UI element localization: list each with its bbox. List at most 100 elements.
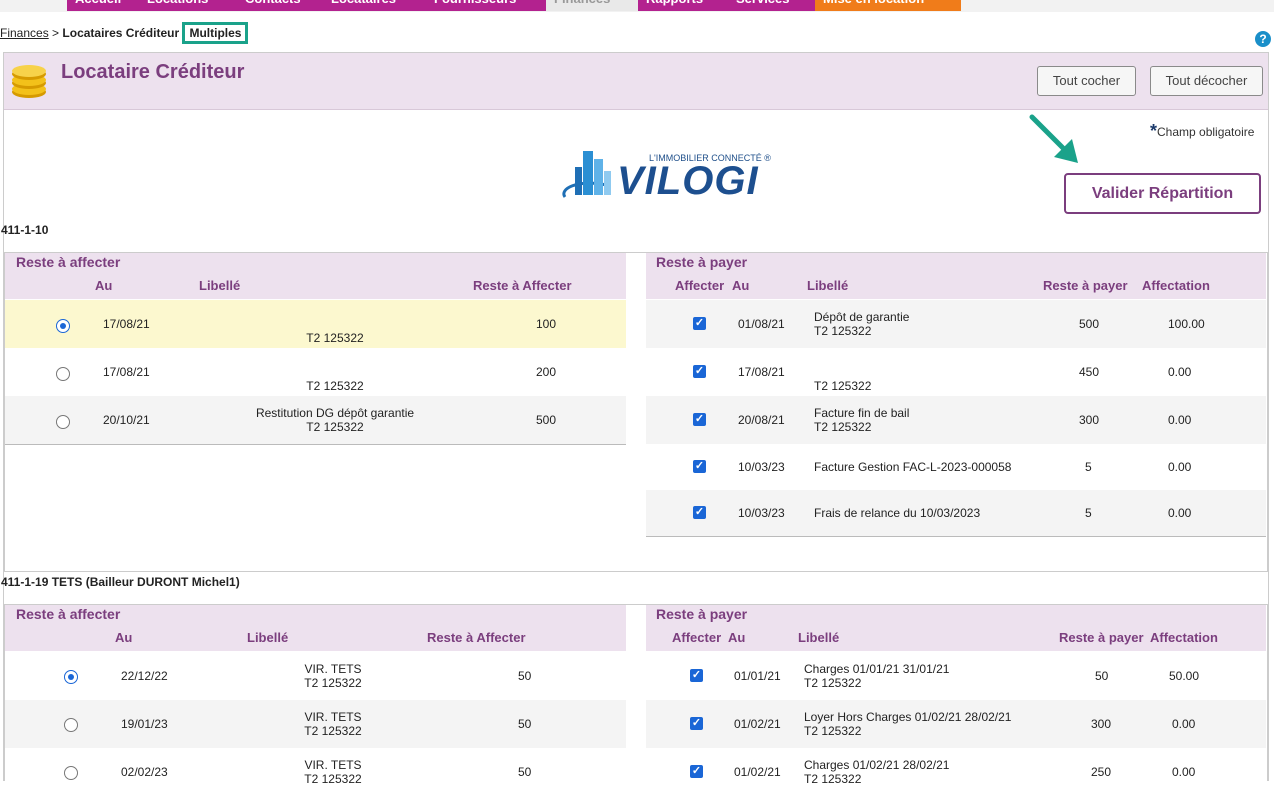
help-icon[interactable]: ?: [1255, 31, 1271, 47]
row-checkbox[interactable]: ✓: [693, 413, 706, 426]
row-amount: 450: [1079, 365, 1100, 379]
required-text: Champ obligatoire: [1157, 125, 1255, 139]
breadcrumb-separator: >: [52, 26, 60, 40]
row-allocation[interactable]: 0.00: [1168, 460, 1191, 474]
top-nav: Accueil Locations Contacts Locataires Fo…: [0, 0, 1274, 12]
row-date: 02/02/23: [121, 765, 168, 779]
table-row[interactable]: 20/10/21 Restitution DG dépôt garantie T2…: [5, 396, 626, 445]
row-label-line2: T2 125322: [306, 420, 364, 434]
row-date: 17/08/21: [103, 365, 150, 379]
nav-tab-mise-en-location[interactable]: Mise en location: [815, 0, 961, 11]
row-allocation[interactable]: 0.00: [1172, 765, 1195, 779]
row-radio[interactable]: [56, 319, 70, 333]
row-checkbox[interactable]: ✓: [693, 460, 706, 473]
column-header-label: Libellé: [807, 278, 849, 293]
row-allocation[interactable]: 0.00: [1168, 506, 1191, 520]
row-amount: 200: [536, 365, 557, 379]
nav-tab-rapports[interactable]: Rapports: [638, 0, 730, 11]
row-amount: 300: [1079, 413, 1100, 427]
table-row[interactable]: ✓ 01/02/21 Loyer Hors Charges 01/02/21 2…: [646, 700, 1266, 748]
breadcrumb: Finances > Locataires Créditeur Multiple…: [0, 22, 249, 44]
row-radio[interactable]: [64, 670, 78, 684]
row-allocation[interactable]: 0.00: [1168, 365, 1191, 379]
row-date: 01/02/21: [734, 765, 781, 779]
row-checkbox[interactable]: ✓: [690, 765, 703, 778]
row-checkbox[interactable]: ✓: [690, 717, 703, 730]
table-row[interactable]: ✓ 01/01/21 Charges 01/01/21 31/01/21 T2 1…: [646, 652, 1266, 700]
check-all-button[interactable]: Tout cocher: [1037, 66, 1136, 96]
row-label-line1: Restitution DG dépôt garantie: [255, 406, 415, 420]
nav-tab-accueil[interactable]: Accueil: [67, 0, 145, 11]
row-label: Facture Gestion FAC-L-2023-000058: [814, 460, 1012, 474]
nav-tab-locations[interactable]: Locations: [139, 0, 241, 11]
row-amount: 50: [1095, 669, 1109, 683]
row-label-line1: VIR. TETS: [304, 758, 362, 772]
remaining-to-assign-table: Reste à affecter Au Libellé Reste à Affe…: [5, 605, 626, 786]
row-label: Charges 01/01/21 31/01/21 T2 125322: [804, 662, 949, 690]
row-radio[interactable]: [64, 766, 78, 780]
column-header-date: Au: [115, 630, 133, 645]
row-allocation[interactable]: 0.00: [1168, 413, 1191, 427]
row-amount: 500: [536, 413, 557, 427]
row-label: T2 125322: [814, 365, 871, 393]
breadcrumb-finances-link[interactable]: Finances: [0, 26, 49, 40]
row-amount: 50: [518, 765, 532, 779]
row-label-line2: T2 125322: [306, 331, 364, 345]
table-row[interactable]: 02/02/23 VIR. TETS T2 125322 50: [5, 748, 626, 796]
nav-tab-finances[interactable]: Finances: [546, 0, 642, 11]
row-checkbox[interactable]: ✓: [693, 317, 706, 330]
validate-distribution-button[interactable]: Valider Répartition: [1064, 173, 1261, 214]
column-header-remaining: Reste à payer: [1059, 630, 1144, 645]
row-label: VIR. TETS T2 125322: [255, 662, 411, 690]
table-row[interactable]: ✓ 01/08/21 Dépôt de garantie T2 125322 50…: [646, 300, 1266, 348]
row-checkbox[interactable]: ✓: [690, 669, 703, 682]
row-label-line1: Dépôt de garantie: [814, 310, 910, 324]
table-row[interactable]: ✓ 10/03/23 Frais de relance du 10/03/202…: [646, 490, 1266, 537]
breadcrumb-creditors: Locataires Créditeur: [62, 26, 180, 40]
nav-tab-locataires[interactable]: Locataires: [323, 0, 429, 11]
table-row[interactable]: ✓ 01/02/21 Charges 01/02/21 28/02/21 T2 1…: [646, 748, 1266, 796]
row-label-line2: T2 125322: [804, 724, 862, 738]
row-radio[interactable]: [64, 718, 78, 732]
row-checkbox[interactable]: ✓: [693, 365, 706, 378]
row-label: Frais de relance du 10/03/2023: [814, 506, 981, 520]
table-row[interactable]: ✓ 17/08/21 T2 125322 450 0.00: [646, 348, 1266, 396]
row-label-line2: T2 125322: [804, 676, 862, 690]
nav-tab-contacts[interactable]: Contacts: [237, 0, 329, 11]
row-label-line1: VIR. TETS: [304, 710, 362, 724]
page-title: Locataire Créditeur: [61, 61, 245, 83]
row-amount: 5: [1085, 506, 1092, 520]
table-row[interactable]: 17/08/21 T2 125322 200: [5, 348, 626, 396]
row-date: 20/10/21: [103, 413, 150, 427]
row-allocation[interactable]: 50.00: [1169, 669, 1199, 683]
table-row[interactable]: 19/01/23 VIR. TETS T2 125322 50: [5, 700, 626, 748]
row-label: Facture fin de bail T2 125322: [814, 406, 909, 434]
row-label-line2: T2 125322: [304, 676, 362, 690]
row-allocation[interactable]: 100.00: [1168, 317, 1205, 331]
vilogi-logo: L'IMMOBILIER CONNECTÉ ® VILOGI: [557, 145, 779, 205]
table-caption: Reste à payer: [656, 606, 748, 622]
row-allocation[interactable]: 0.00: [1172, 717, 1195, 731]
table-row[interactable]: ✓ 20/08/21 Facture fin de bail T2 125322 …: [646, 396, 1266, 444]
row-radio[interactable]: [56, 415, 70, 429]
table-row[interactable]: 17/08/21 T2 125322 100: [5, 300, 626, 348]
row-date: 19/01/23: [121, 717, 168, 731]
remaining-to-assign-table: Reste à affecter Au Libellé Reste à Affe…: [5, 253, 626, 445]
row-date: 20/08/21: [738, 413, 785, 427]
nav-tab-services[interactable]: Services: [728, 0, 820, 11]
row-radio[interactable]: [56, 367, 70, 381]
table-header: Reste à affecter Au Libellé Reste à Affe…: [5, 605, 626, 651]
uncheck-all-button[interactable]: Tout décocher: [1150, 66, 1263, 96]
nav-tab-fournisseurs[interactable]: Fournisseurs: [426, 0, 546, 11]
table-row[interactable]: ✓ 10/03/23 Facture Gestion FAC-L-2023-00…: [646, 444, 1266, 490]
panel-header: Locataire Créditeur Tout cocher Tout déc…: [4, 53, 1268, 110]
row-date: 17/08/21: [103, 317, 150, 331]
column-header-date: Au: [95, 278, 113, 293]
row-date: 01/08/21: [738, 317, 785, 331]
row-checkbox[interactable]: ✓: [693, 506, 706, 519]
row-date: 01/01/21: [734, 669, 781, 683]
column-header-label: Libellé: [798, 630, 840, 645]
row-label-line1: Charges 01/02/21 28/02/21: [804, 758, 950, 772]
column-header-date: Au: [728, 630, 746, 645]
table-row[interactable]: 22/12/22 VIR. TETS T2 125322 50: [5, 652, 626, 700]
